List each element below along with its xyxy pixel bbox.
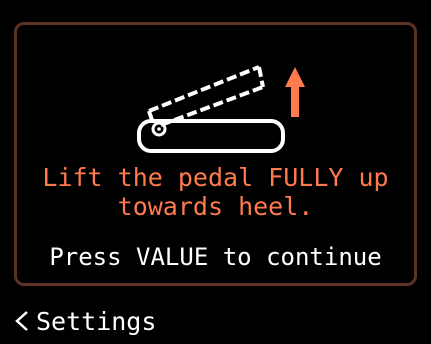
- calibration-screen: Lift the pedal FULLY up towards heel. Pr…: [0, 0, 431, 344]
- instruction-text: Lift the pedal FULLY up towards heel.: [42, 163, 389, 221]
- back-button[interactable]: Settings: [14, 304, 156, 338]
- back-label: Settings: [36, 306, 157, 336]
- continue-prompt: Press VALUE to continue: [49, 243, 382, 271]
- arrow-up-icon: [285, 67, 305, 117]
- chevron-left-icon: [15, 311, 28, 331]
- pedal-top-icon: [147, 65, 265, 127]
- calibration-dialog: Lift the pedal FULLY up towards heel. Pr…: [14, 22, 417, 286]
- pedal-illustration: [137, 65, 305, 153]
